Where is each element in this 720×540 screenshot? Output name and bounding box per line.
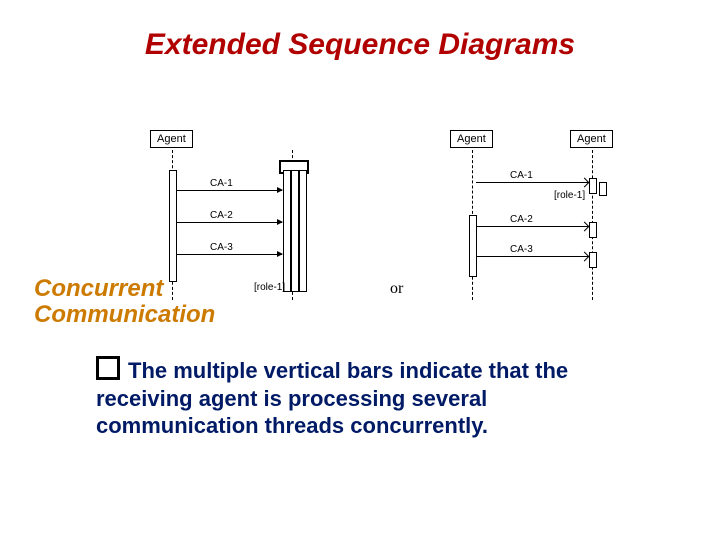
bullet-icon <box>96 356 120 380</box>
body-text: The multiple vertical bars indicate that… <box>96 356 616 440</box>
right-receiver-bar2 <box>589 222 597 238</box>
left-msg1-label: CA-1 <box>210 178 233 189</box>
right-agent1-box: Agent <box>450 130 493 148</box>
right-msg3-label: CA-3 <box>510 244 533 255</box>
right-role1-label: [role-1] <box>554 190 585 201</box>
left-receiver-bar1 <box>283 170 291 292</box>
right-receiver-bar1b <box>599 182 607 196</box>
left-agent2-box: Agent <box>150 130 193 148</box>
left-msg1-arrow <box>176 190 282 191</box>
left-msg2-label: CA-2 <box>210 210 233 221</box>
slide-title: Extended Sequence Diagrams <box>0 28 720 62</box>
right-msg3-arrow <box>476 256 588 257</box>
left-msg3-label: CA-3 <box>210 242 233 253</box>
diagram-area: Agent Agent CA-1 CA-2 CA-3 [role-1] or A… <box>150 130 670 325</box>
right-receiver-bar1 <box>589 178 597 194</box>
or-separator: or <box>390 280 403 298</box>
bullet-line-1: The multiple vertical bars indicate that <box>128 358 529 383</box>
left-role-label: [role-1] <box>254 282 285 293</box>
right-receiver-bar3 <box>589 252 597 268</box>
right-msg2-arrow <box>476 226 588 227</box>
right-sender-activation <box>469 215 477 277</box>
right-msg2-label: CA-2 <box>510 214 533 225</box>
left-sender-activation <box>169 170 177 282</box>
left-msg3-arrow <box>176 254 282 255</box>
subtitle-line1: Concurrent <box>34 275 163 302</box>
left-msg2-arrow <box>176 222 282 223</box>
right-agent2-box: Agent <box>570 130 613 148</box>
left-receiver-bar2 <box>291 170 299 292</box>
left-receiver-bar3 <box>299 170 307 292</box>
right-msg1-arrow <box>476 182 588 183</box>
right-msg1-label: CA-1 <box>510 170 533 181</box>
